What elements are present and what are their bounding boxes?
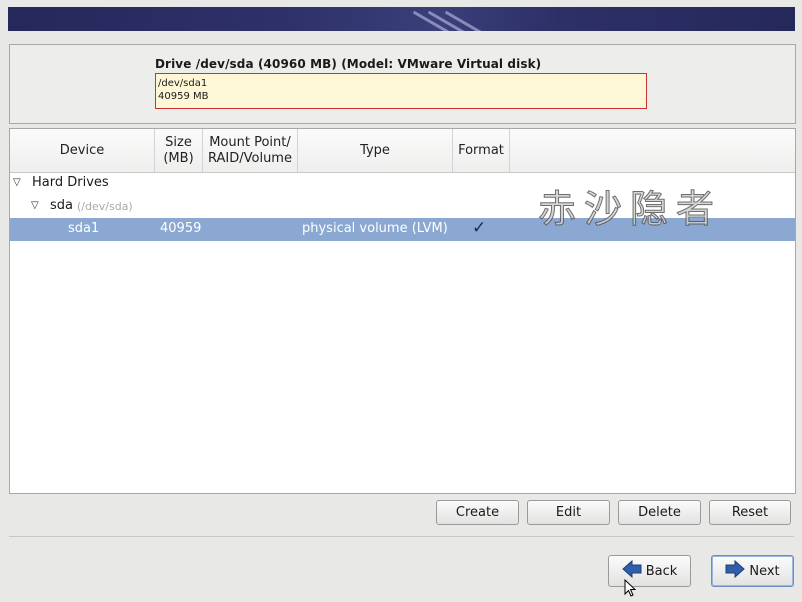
column-header-format[interactable]: Format [453, 129, 510, 172]
expander-triangle-icon[interactable]: ▽ [13, 177, 21, 188]
group-label: Hard Drives [32, 175, 109, 190]
partition-map-name: /dev/sda1 [158, 78, 208, 89]
column-header-size[interactable]: Size (MB) [155, 129, 203, 172]
partition-size: 40959 [160, 221, 202, 236]
drive-partition-map[interactable]: /dev/sda1 40959 MB [155, 73, 647, 109]
column-header-device[interactable]: Device [10, 129, 155, 172]
edit-button[interactable]: Edit [527, 500, 610, 525]
next-arrow-icon [725, 559, 746, 582]
next-button-label: Next [749, 563, 780, 579]
expander-triangle-icon[interactable]: ▽ [31, 200, 39, 211]
mouse-cursor-icon [624, 578, 637, 601]
reset-button[interactable]: Reset [709, 500, 791, 525]
disk-label: sda [50, 198, 73, 213]
partition-type: physical volume (LVM) [302, 221, 448, 236]
checkmark-icon: ✓ [472, 218, 487, 238]
partition-device: sda1 [68, 221, 100, 236]
drive-title: Drive /dev/sda (40960 MB) (Model: VMware… [155, 57, 542, 71]
column-header-type[interactable]: Type [298, 129, 453, 172]
separator [9, 536, 794, 537]
column-header-mount[interactable]: Mount Point/ RAID/Volume [203, 129, 298, 172]
column-header-row: Device Size (MB) Mount Point/ RAID/Volum… [10, 129, 795, 173]
back-button-label: Back [645, 563, 678, 579]
header-banner [8, 7, 795, 31]
drive-panel: Drive /dev/sda (40960 MB) (Model: VMware… [9, 44, 796, 124]
watermark: 赤沙隐者 [537, 187, 723, 232]
back-button[interactable]: Back [608, 555, 691, 587]
create-button[interactable]: Create [436, 500, 519, 525]
delete-button[interactable]: Delete [618, 500, 701, 525]
next-button[interactable]: Next [711, 555, 794, 587]
disk-path: (/dev/sda) [77, 200, 133, 213]
partition-map-size: 40959 MB [158, 91, 209, 102]
